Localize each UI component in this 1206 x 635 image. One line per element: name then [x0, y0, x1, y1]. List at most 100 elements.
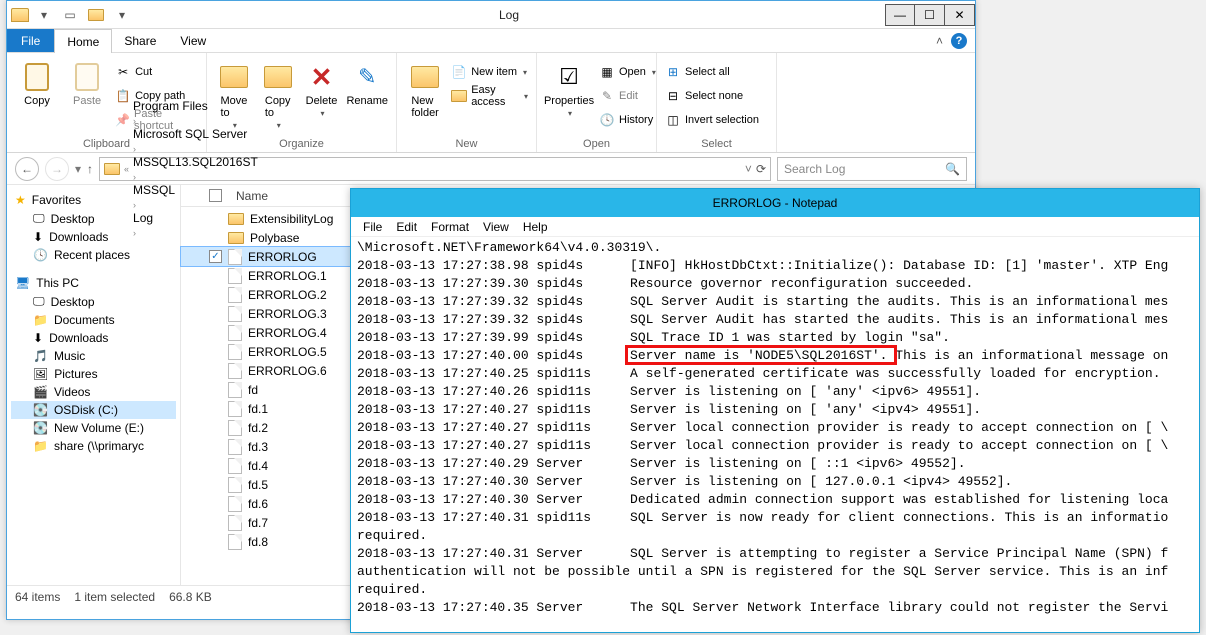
- selectall-button[interactable]: ⊞Select all: [665, 61, 759, 83]
- qt-sep: ▾: [111, 4, 133, 26]
- file-name: fd.7: [248, 516, 268, 530]
- chevron-right-icon: ›: [133, 144, 136, 154]
- tab-file[interactable]: File: [7, 29, 54, 52]
- nav-item[interactable]: 💽New Volume (E:): [11, 419, 176, 437]
- up-button[interactable]: ↑: [87, 162, 93, 176]
- notepad-menu-item[interactable]: Format: [425, 220, 475, 234]
- folder-icon: [104, 163, 120, 175]
- file-name: ERRORLOG: [248, 250, 317, 264]
- file-icon: [228, 477, 242, 493]
- notepad-menu-item[interactable]: Help: [517, 220, 554, 234]
- copy-button[interactable]: Copy: [15, 57, 59, 107]
- nav-icon: 💽: [33, 403, 48, 417]
- nav-item[interactable]: 📁Documents: [11, 311, 176, 329]
- status-items: 64 items: [15, 590, 60, 604]
- file-icon: [228, 515, 242, 531]
- file-name: fd.8: [248, 535, 268, 549]
- back-button[interactable]: ←: [15, 157, 39, 181]
- addr-dropdown[interactable]: ˅: [745, 162, 752, 176]
- nav-item[interactable]: ⬇Downloads: [11, 329, 176, 347]
- newitem-button[interactable]: 📄New item▾: [451, 61, 528, 83]
- nav-thispc[interactable]: 🖥This PC: [11, 274, 176, 292]
- breadcrumb-segment[interactable]: MSSQL13.SQL2016ST: [133, 155, 258, 169]
- qt-btn[interactable]: ▾: [33, 4, 55, 26]
- nav-icon: 🖵: [33, 294, 45, 309]
- notepad-menu-item[interactable]: Edit: [390, 220, 423, 234]
- search-icon: 🔍: [945, 162, 960, 176]
- nav-icon: 🎬: [33, 385, 48, 399]
- rename-button[interactable]: ✎Rename: [346, 57, 388, 107]
- nav-item[interactable]: ⬇Downloads: [11, 228, 176, 246]
- notepad-menu-item[interactable]: View: [477, 220, 515, 234]
- nav-item[interactable]: 📁share (\\primaryc: [11, 437, 176, 455]
- history-button[interactable]: 🕓History: [599, 109, 656, 131]
- status-selected: 1 item selected: [74, 590, 155, 604]
- notepad-title: ERRORLOG - Notepad: [351, 189, 1199, 217]
- nav-item[interactable]: 🖵Desktop: [11, 292, 176, 311]
- checkbox-icon[interactable]: ✓: [209, 250, 222, 263]
- edit-button[interactable]: ✎Edit: [599, 85, 656, 107]
- address-bar[interactable]: « Program Files›Microsoft SQL Server›MSS…: [99, 157, 771, 181]
- nav-icon: 🖵: [33, 211, 45, 226]
- nav-icon: ⬇: [33, 230, 43, 244]
- search-input[interactable]: Search Log 🔍: [777, 157, 967, 181]
- file-icon: [228, 344, 242, 360]
- file-icon: [228, 325, 242, 341]
- notepad-window: ERRORLOG - Notepad FileEditFormatViewHel…: [350, 188, 1200, 633]
- file-name: ExtensibilityLog: [250, 212, 333, 226]
- nav-item[interactable]: 🎬Videos: [11, 383, 176, 401]
- file-icon: [228, 363, 242, 379]
- invert-button[interactable]: ◫Invert selection: [665, 109, 759, 131]
- nav-item[interactable]: 🖵Desktop: [11, 209, 176, 228]
- refresh-button[interactable]: ⟳: [756, 162, 766, 176]
- nav-icon: 📁: [33, 313, 48, 327]
- minimize-button[interactable]: —: [885, 4, 915, 26]
- status-size: 66.8 KB: [169, 590, 212, 604]
- nav-favorites[interactable]: ★Favorites: [11, 191, 176, 209]
- copyto-button[interactable]: Copy to▾: [259, 57, 297, 130]
- nav-item[interactable]: 💽OSDisk (C:): [11, 401, 176, 419]
- nav-icon: ⬇: [33, 331, 43, 345]
- file-name: ERRORLOG.4: [248, 326, 327, 340]
- file-name: fd.6: [248, 497, 268, 511]
- open-button[interactable]: ▦Open▾: [599, 61, 656, 83]
- file-name: ERRORLOG.2: [248, 288, 327, 302]
- easyaccess-button[interactable]: Easy access▾: [451, 85, 528, 107]
- ribbon-tabs: File Home Share View ˄ ?: [7, 29, 975, 53]
- file-name: fd.2: [248, 421, 268, 435]
- selectnone-button[interactable]: ⊟Select none: [665, 85, 759, 107]
- newfolder-button[interactable]: New folder: [405, 57, 445, 119]
- file-name: Polybase: [250, 231, 299, 245]
- notepad-body[interactable]: \Microsoft.NET\Framework64\v4.0.30319\. …: [351, 237, 1199, 632]
- cut-button[interactable]: ✂Cut: [115, 61, 198, 83]
- maximize-button[interactable]: ☐: [915, 4, 945, 26]
- tab-view[interactable]: View: [168, 29, 218, 52]
- recent-locations[interactable]: ▾: [75, 162, 81, 176]
- nav-icon: 🖼: [33, 367, 48, 381]
- nav-item[interactable]: 🎵Music: [11, 347, 176, 365]
- help-icon[interactable]: ?: [951, 33, 967, 49]
- properties-button[interactable]: ☑Properties▾: [545, 57, 593, 118]
- delete-button[interactable]: ✕Delete▾: [303, 57, 341, 118]
- tab-share[interactable]: Share: [112, 29, 168, 52]
- file-name: ERRORLOG.6: [248, 364, 327, 378]
- qt-doc[interactable]: ▭: [59, 4, 81, 26]
- nav-item[interactable]: 🕓Recent places: [11, 246, 176, 264]
- qt-folder[interactable]: [85, 4, 107, 26]
- chevron-right-icon: ›: [133, 172, 136, 182]
- file-icon: [228, 306, 242, 322]
- nav-item[interactable]: 🖼Pictures: [11, 365, 176, 383]
- pasteshortcut-button[interactable]: 📌Paste shortcut: [115, 109, 198, 131]
- paste-button[interactable]: Paste: [65, 57, 109, 107]
- nav-icon: 💽: [33, 421, 48, 435]
- tab-home[interactable]: Home: [54, 29, 112, 53]
- file-icon: [228, 287, 242, 303]
- file-name: fd.1: [248, 402, 268, 416]
- ribbon-collapse-icon[interactable]: ˄: [936, 34, 943, 48]
- close-button[interactable]: ✕: [945, 4, 975, 26]
- file-icon: [228, 439, 242, 455]
- nav-icon: 📁: [33, 439, 48, 453]
- notepad-menu-item[interactable]: File: [357, 220, 388, 234]
- forward-button[interactable]: →: [45, 157, 69, 181]
- file-icon: [228, 268, 242, 284]
